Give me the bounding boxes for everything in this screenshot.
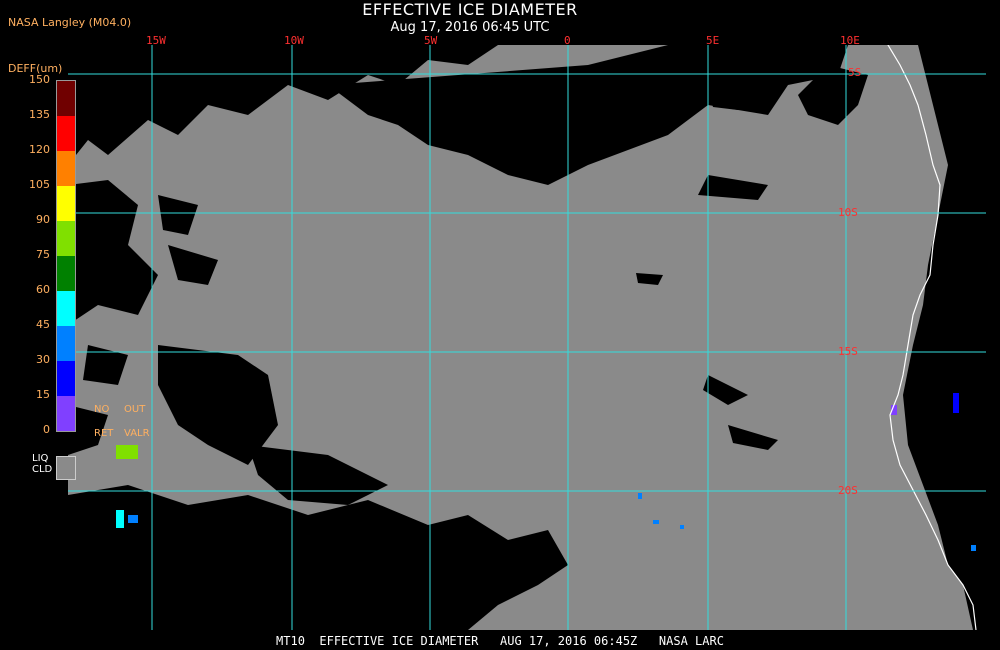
color-scale-segment	[57, 116, 75, 151]
color-scale-tick: 150	[29, 73, 50, 86]
footer-caption: MT10 EFFECTIVE ICE DIAMETER AUG 17, 2016…	[276, 634, 724, 648]
color-scale-segment	[57, 81, 75, 116]
color-scale-tick: 0	[43, 423, 50, 436]
color-scale-segment	[57, 221, 75, 256]
color-scale-tick: 135	[29, 108, 50, 121]
liquid-cloud-label: LIQ	[32, 453, 49, 464]
color-scale-tick: 60	[36, 283, 50, 296]
liquid-cloud-swatch	[56, 456, 76, 480]
color-scale-segment	[57, 326, 75, 361]
out-of-range-label: VALR	[124, 428, 150, 439]
color-scale-segment	[57, 396, 75, 431]
color-scale-tick: 90	[36, 213, 50, 226]
color-scale-tick: 105	[29, 178, 50, 191]
map-timestamp: Aug 17, 2016 06:45 UTC	[390, 20, 550, 35]
map-title: EFFECTIVE ICE DIAMETER	[362, 0, 578, 19]
no-retrieval-label: RET	[94, 428, 114, 439]
color-scale-segment	[57, 291, 75, 326]
color-scale-segment	[57, 186, 75, 221]
no-retrieval-label: NO	[94, 404, 110, 415]
color-scale-tick: 75	[36, 248, 50, 261]
satellite-map	[68, 45, 986, 630]
color-scale-segment	[57, 361, 75, 396]
color-scale-tick: 15	[36, 388, 50, 401]
color-scale-segment	[57, 151, 75, 186]
out-of-range-label: OUT	[124, 404, 146, 415]
color-scale-tick: 45	[36, 318, 50, 331]
color-scale-bar	[56, 80, 76, 432]
color-scale-segment	[57, 256, 75, 291]
color-scale-tick: 120	[29, 143, 50, 156]
liquid-cloud-label: CLD	[32, 464, 53, 475]
color-scale-tick: 30	[36, 353, 50, 366]
